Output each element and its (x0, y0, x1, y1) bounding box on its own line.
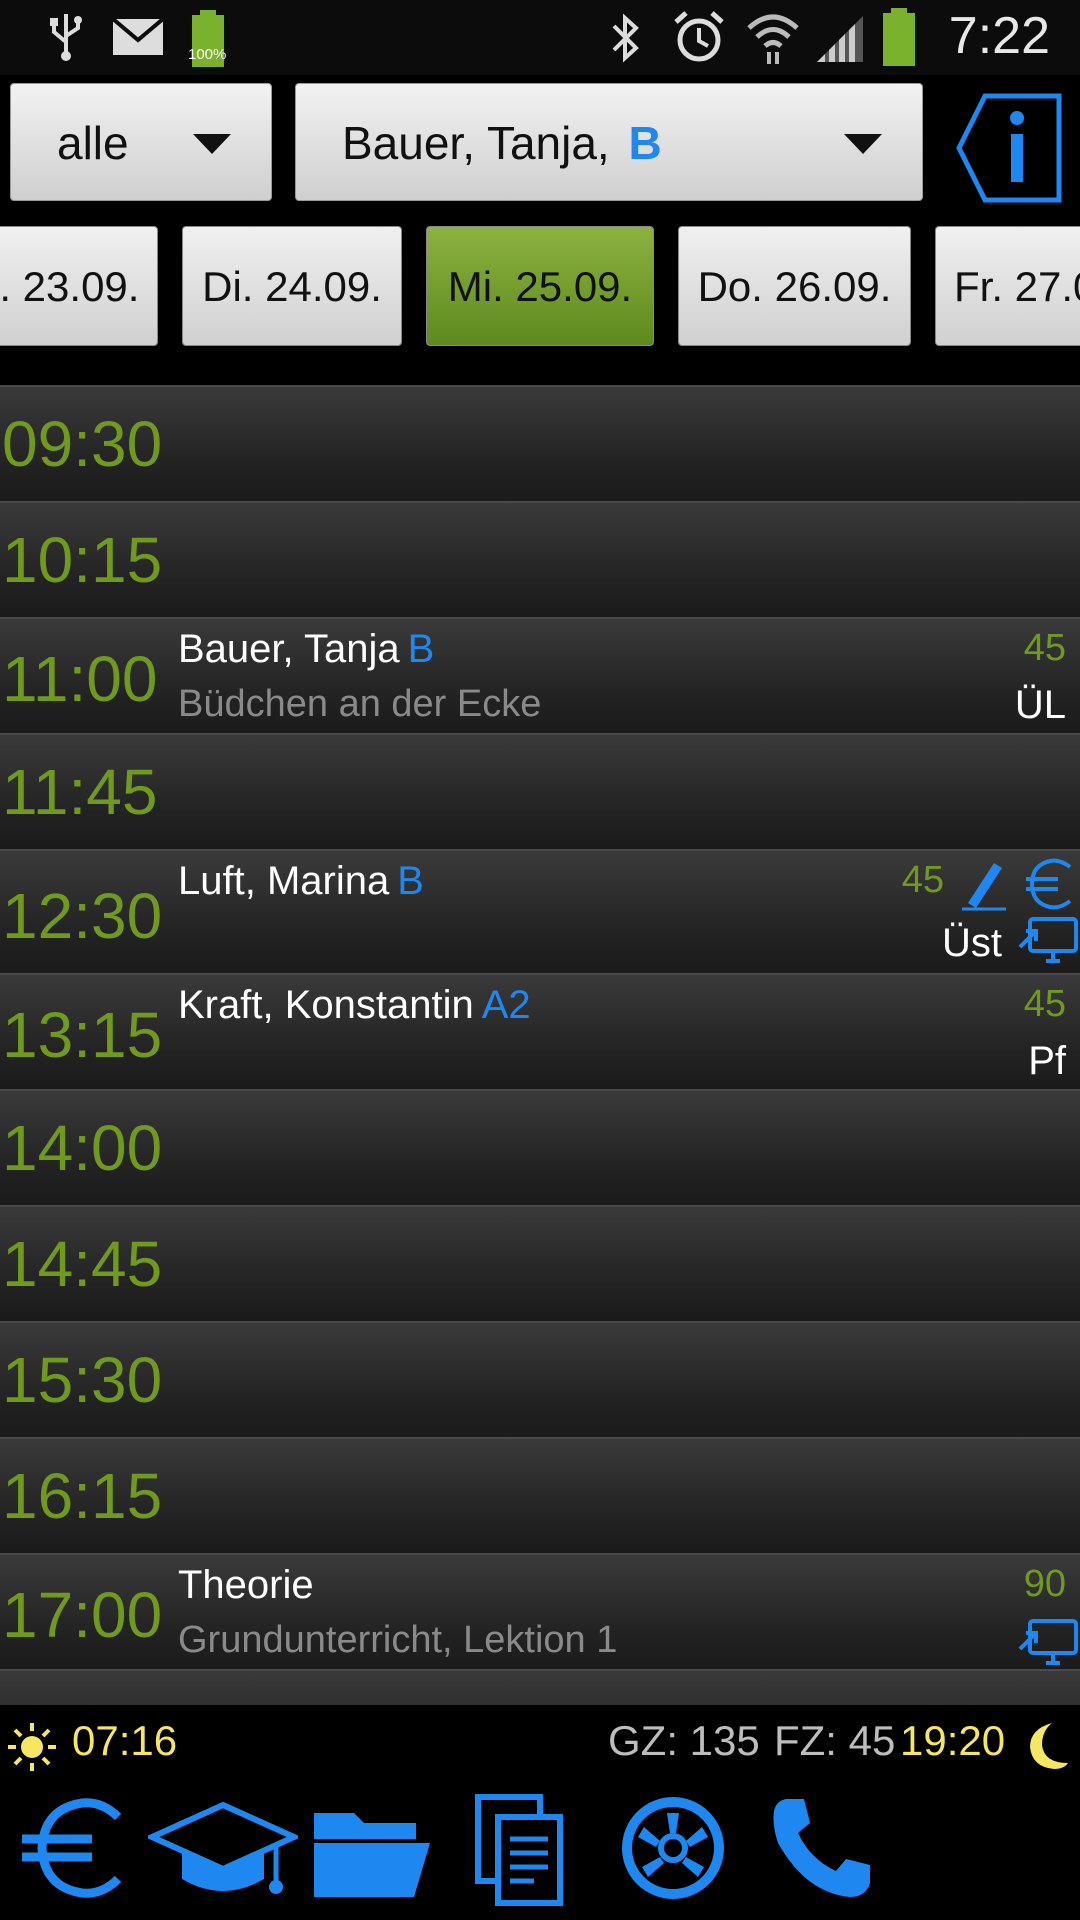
date-tab[interactable]: Mo. 23.09. (0, 226, 158, 346)
mail-icon (112, 18, 164, 55)
student-name: Bauer, Tanja B (178, 627, 435, 671)
slot-time: 11:00 (2, 643, 158, 715)
battery-icon (883, 8, 915, 66)
slot-time: 14:00 (2, 1112, 163, 1184)
slot-time: 17:00 (2, 1579, 163, 1651)
date-tab-active[interactable]: Mi. 25.09. (426, 226, 654, 346)
time-slot[interactable]: 14:00 (0, 1089, 1080, 1203)
lesson-type: ÜL (1014, 683, 1066, 727)
documents-icon[interactable] (472, 1793, 568, 1909)
lesson-type: Pf (1028, 1039, 1066, 1083)
date-tab[interactable]: Fr. 27.09. (935, 226, 1080, 346)
usb-icon (50, 14, 82, 61)
date-tab[interactable]: Do. 26.09. (678, 226, 911, 346)
date-tabs: Mo. 23.09. Di. 24.09. Mi. 25.09. Do. 26.… (0, 212, 1080, 362)
category-dropdown[interactable]: alle (10, 83, 272, 201)
student-class: B (628, 117, 662, 169)
time-slot[interactable]: 16:15 (0, 1437, 1080, 1551)
bottom-nav (0, 1785, 1080, 1920)
student-name: Bauer, Tanja, (342, 117, 610, 169)
screen-icon[interactable] (1018, 1619, 1078, 1667)
folder-icon[interactable] (310, 1793, 434, 1903)
lesson-slot[interactable]: 12:30 Luft, Marina B 45 Üst (0, 849, 1080, 973)
status-bar: 100% 7:22 (0, 0, 1080, 75)
slot-time: 11:45 (2, 756, 158, 828)
lesson-location: Büdchen an der Ecke (178, 683, 542, 725)
slot-time: 10:15 (2, 524, 163, 596)
sunrise-time: 07:16 (72, 1717, 178, 1764)
sun-icon (8, 1723, 56, 1771)
lesson-slot[interactable]: 11:00 Bauer, Tanja B Büdchen an der Ecke … (0, 617, 1080, 731)
schedule-list[interactable]: 09:30 10:15 11:00 Bauer, Tanja B Büdchen … (0, 385, 1080, 1705)
wifi-icon (747, 14, 799, 64)
date-tab[interactable]: Di. 24.09. (182, 226, 402, 346)
alarm-icon (674, 11, 724, 62)
drive-time: FZ: 45 (774, 1717, 896, 1764)
student-name: Luft, Marina B (178, 859, 424, 903)
license-class: A2 (481, 983, 531, 1027)
slot-time: 14:45 (2, 1228, 163, 1300)
chevron-down-icon (193, 134, 231, 154)
student-dropdown[interactable]: Bauer, Tanja, B (295, 83, 923, 201)
signal-icon (817, 16, 863, 62)
slot-time: 17:45 (2, 1671, 162, 1705)
student-name: Kraft, Konstantin A2 (178, 983, 531, 1027)
screen-icon[interactable] (1018, 917, 1078, 965)
lesson-slot[interactable]: 17:00 Theorie Grundunterricht, Lektion 1… (0, 1553, 1080, 1667)
time-slot[interactable]: 14:45 (0, 1205, 1080, 1319)
steering-wheel-icon[interactable] (618, 1793, 728, 1903)
slot-time: 09:30 (2, 408, 163, 480)
info-button[interactable] (955, 92, 1063, 204)
license-class: B (397, 859, 424, 903)
filter-bar: alle Bauer, Tanja, B (0, 75, 1080, 212)
student-value: Bauer, Tanja, B (342, 84, 662, 202)
time-slot[interactable]: 15:30 (0, 1321, 1080, 1435)
slot-time: 13:15 (2, 999, 163, 1071)
lesson-title: Theorie (178, 1563, 314, 1607)
day-info-bar: 07:16 GZ: 135 FZ: 45 19:20 (0, 1705, 1080, 1785)
lesson-type: Üst (942, 921, 1002, 965)
pen-icon[interactable] (960, 857, 1008, 911)
slot-time: 16:15 (2, 1460, 163, 1532)
battery-percent: 100% (188, 46, 227, 63)
bluetooth-icon (612, 13, 639, 63)
time-slot[interactable]: 10:15 (0, 501, 1080, 615)
time-slot[interactable]: 11:45 (0, 733, 1080, 847)
lesson-duration: 45 (1023, 983, 1066, 1025)
moon-icon (1030, 1723, 1068, 1769)
lesson-duration: 45 (1023, 627, 1066, 669)
total-time: GZ: 135 (608, 1717, 760, 1764)
slot-time: 15:30 (2, 1344, 163, 1416)
clock: 7:22 (948, 7, 1050, 65)
phone-icon[interactable] (766, 1793, 876, 1903)
license-class: B (407, 627, 435, 671)
graduation-cap-icon[interactable] (148, 1793, 298, 1903)
lesson-description: Grundunterricht, Lektion 1 (178, 1619, 618, 1661)
euro-icon[interactable] (1024, 857, 1076, 911)
lesson-duration: 45 (901, 859, 944, 901)
sunset-time: 19:20 (900, 1717, 1006, 1764)
lesson-duration: 90 (1023, 1563, 1066, 1605)
time-slot[interactable]: 09:30 (0, 385, 1080, 499)
chevron-down-icon (844, 134, 882, 154)
time-slot[interactable]: 17:45 (0, 1669, 1080, 1705)
category-value: alle (57, 117, 129, 169)
slot-time: 12:30 (2, 880, 163, 952)
euro-icon[interactable] (18, 1793, 128, 1903)
lesson-slot[interactable]: 13:15 Kraft, Konstantin A2 45 Pf (0, 973, 1080, 1087)
